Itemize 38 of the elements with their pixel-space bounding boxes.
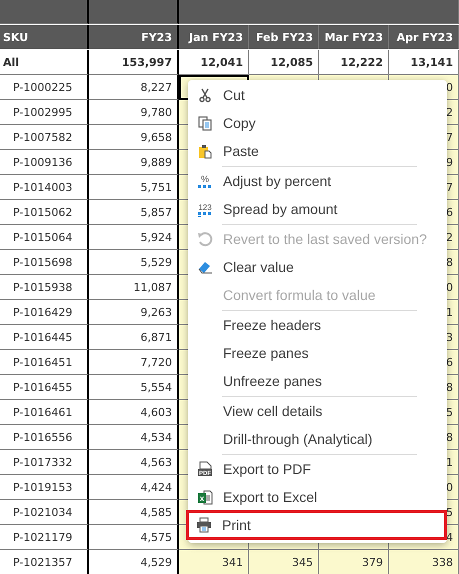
undo-icon <box>197 231 213 247</box>
table-cell: P-1002995 <box>0 100 89 125</box>
copy-icon <box>197 115 213 131</box>
table-cell: P-1000225 <box>0 75 89 100</box>
table-cell: P-1017332 <box>0 450 89 475</box>
column-header: Jan FY23 <box>179 25 249 49</box>
table-cell: P-1019153 <box>0 475 89 500</box>
column-header: SKU <box>0 25 89 49</box>
table-cell: P-1015698 <box>0 250 89 275</box>
column-header: FY23 <box>89 25 179 49</box>
column-header: Feb FY23 <box>249 25 319 49</box>
table-cell: P-1015062 <box>0 200 89 225</box>
table-cell: 341 <box>179 550 249 574</box>
table-cell: P-1015938 <box>0 275 89 300</box>
cut-icon <box>197 87 213 103</box>
print-icon <box>196 517 212 533</box>
table-cell: P-1016455 <box>0 375 89 400</box>
paste-icon <box>197 143 213 159</box>
table-cell: 338 <box>389 550 459 574</box>
table-cell: P-1015064 <box>0 225 89 250</box>
column-header: Mar FY23 <box>319 25 389 49</box>
eraser-icon <box>197 259 213 275</box>
table-cell: P-1021034 <box>0 500 89 525</box>
table-cell: 379 <box>319 550 389 574</box>
table-cell: P-1007582 <box>0 125 89 150</box>
table-cell: P-1009136 <box>0 150 89 175</box>
table-cell: P-1016445 <box>0 325 89 350</box>
table-cell: P-1016451 <box>0 350 89 375</box>
table-cell: P-1016461 <box>0 400 89 425</box>
table-cell: 153,997 <box>89 50 179 75</box>
table-cell: P-1014003 <box>0 175 89 200</box>
table-cell: All <box>0 50 89 75</box>
table-cell: P-1021357 <box>0 550 89 574</box>
table-cell: 345 <box>249 550 319 574</box>
column-header: Apr FY23 <box>389 25 459 49</box>
table-cell: P-1016556 <box>0 425 89 450</box>
table-cell: P-1021179 <box>0 525 89 550</box>
table-cell: P-1016429 <box>0 300 89 325</box>
